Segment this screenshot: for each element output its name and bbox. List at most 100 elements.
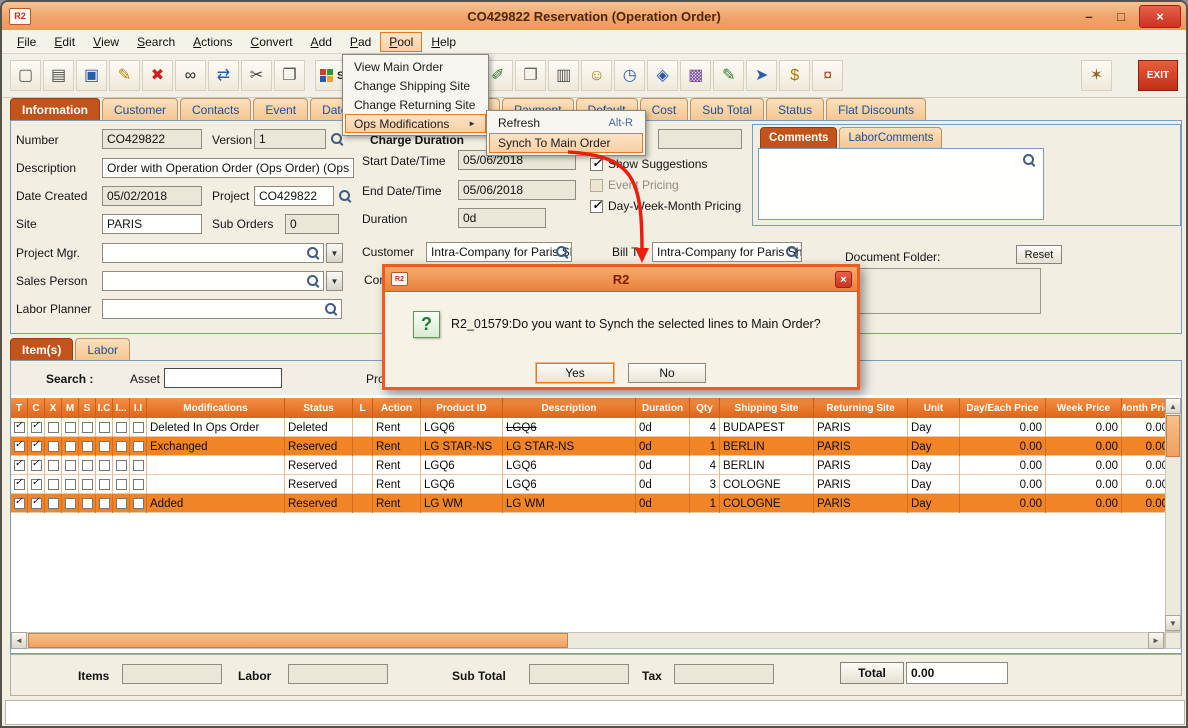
- pool-menu-item[interactable]: Change Returning Site: [345, 95, 486, 114]
- right-top-field[interactable]: [658, 129, 742, 149]
- row-checkbox-cell[interactable]: [28, 475, 45, 494]
- pool-menu-item[interactable]: Change Shipping Site: [345, 76, 486, 95]
- project-field[interactable]: CO429822: [254, 186, 334, 206]
- row-checkbox-cell[interactable]: [96, 418, 113, 437]
- row-checkbox-cell[interactable]: [45, 494, 62, 513]
- save-all-icon[interactable]: ◈: [647, 60, 678, 91]
- row-checkbox-cell[interactable]: [130, 418, 147, 437]
- customer-money-icon[interactable]: ¤: [812, 60, 843, 91]
- row-checkbox-cell[interactable]: [79, 475, 96, 494]
- column-header[interactable]: Shipping Site: [720, 398, 814, 418]
- sub-orders-field[interactable]: 0: [285, 214, 339, 234]
- row-checkbox-cell[interactable]: [113, 418, 130, 437]
- reset-button[interactable]: Reset: [1016, 245, 1062, 264]
- row-checkbox-cell[interactable]: [11, 456, 28, 475]
- scroll-left-button[interactable]: ◄: [11, 632, 27, 649]
- column-header[interactable]: Modifications: [147, 398, 285, 418]
- menu-item[interactable]: Add: [302, 32, 341, 52]
- row-checkbox-cell[interactable]: [96, 437, 113, 456]
- column-header[interactable]: Action: [373, 398, 421, 418]
- dialog-close-button[interactable]: ×: [835, 271, 852, 288]
- row-checkbox-cell[interactable]: [62, 418, 79, 437]
- menu-item[interactable]: Actions: [184, 32, 241, 52]
- row-checkbox-cell[interactable]: [113, 475, 130, 494]
- labor-planner-search-icon[interactable]: [324, 302, 338, 316]
- scroll-down-button[interactable]: ▼: [1165, 615, 1181, 631]
- column-header[interactable]: C: [28, 398, 45, 418]
- bill-to-field[interactable]: Intra-Company for Paris Sh: [652, 242, 802, 262]
- column-header[interactable]: I...: [113, 398, 130, 418]
- row-checkbox-cell[interactable]: [62, 437, 79, 456]
- row-checkbox-cell[interactable]: [28, 456, 45, 475]
- menu-item[interactable]: Convert: [242, 32, 302, 52]
- row-checkbox-cell[interactable]: [45, 418, 62, 437]
- duration-field[interactable]: 0d: [458, 208, 546, 228]
- close-button[interactable]: ×: [1139, 5, 1181, 28]
- project-mgr-search-icon[interactable]: [306, 246, 320, 260]
- row-checkbox-cell[interactable]: [79, 456, 96, 475]
- row-checkbox-cell[interactable]: [96, 456, 113, 475]
- menu-item[interactable]: Help: [422, 32, 465, 52]
- submenu-item[interactable]: Refresh Alt-R: [489, 113, 643, 133]
- tab[interactable]: Sub Total: [690, 98, 764, 120]
- menu-item[interactable]: Edit: [45, 32, 84, 52]
- menu-item[interactable]: File: [8, 32, 45, 52]
- description-field[interactable]: Order with Operation Order (Ops Order) (…: [102, 158, 354, 178]
- project-search-icon[interactable]: [338, 189, 352, 203]
- column-header[interactable]: X: [45, 398, 62, 418]
- exit-button[interactable]: EXIT: [1138, 60, 1178, 91]
- cut-icon[interactable]: ✂: [241, 60, 272, 91]
- checkbox-icon[interactable]: [590, 158, 603, 171]
- checkbox-icon[interactable]: [590, 200, 603, 213]
- row-checkbox-cell[interactable]: [96, 475, 113, 494]
- scroll-up-button[interactable]: ▲: [1165, 398, 1181, 414]
- column-header[interactable]: Week Price: [1046, 398, 1122, 418]
- key-icon[interactable]: ➤: [746, 60, 777, 91]
- menu-item[interactable]: View: [84, 32, 128, 52]
- row-checkbox-cell[interactable]: [28, 418, 45, 437]
- save-icon[interactable]: ▣: [76, 60, 107, 91]
- comments-box[interactable]: [758, 148, 1044, 220]
- row-checkbox-cell[interactable]: [45, 437, 62, 456]
- tab[interactable]: Customer: [102, 98, 178, 120]
- row-checkbox-cell[interactable]: [11, 437, 28, 456]
- customer-field[interactable]: Intra-Company for Paris Sh: [426, 242, 572, 262]
- row-checkbox-cell[interactable]: [96, 494, 113, 513]
- column-header[interactable]: T: [11, 398, 28, 418]
- sales-person-dropdown[interactable]: ▼: [326, 271, 343, 291]
- column-header[interactable]: I.C: [96, 398, 113, 418]
- site-field[interactable]: PARIS: [102, 214, 202, 234]
- table-row[interactable]: Exchanged Reserved Rent LG STAR-NS LG ST…: [11, 437, 1165, 456]
- bill-to-search-icon[interactable]: [785, 245, 799, 259]
- tab[interactable]: Event: [253, 98, 308, 120]
- pool-menu-item[interactable]: View Main Order: [345, 57, 486, 76]
- date-created-field[interactable]: 05/02/2018: [102, 186, 202, 206]
- row-checkbox-cell[interactable]: [62, 475, 79, 494]
- row-checkbox-cell[interactable]: [130, 437, 147, 456]
- menu-item[interactable]: Search: [128, 32, 184, 52]
- row-checkbox-cell[interactable]: [62, 494, 79, 513]
- row-checkbox-cell[interactable]: [45, 475, 62, 494]
- comments-tab[interactable]: LaborComments: [839, 127, 942, 148]
- menu-item[interactable]: Pad: [341, 32, 380, 52]
- row-checkbox-cell[interactable]: [113, 456, 130, 475]
- row-checkbox-cell[interactable]: [130, 475, 147, 494]
- wand-button[interactable]: ✶: [1081, 60, 1112, 91]
- table-row[interactable]: Added Reserved Rent LG WM LG WM 0d 1 COL…: [11, 494, 1165, 513]
- column-header[interactable]: Description: [503, 398, 636, 418]
- column-header[interactable]: Returning Site: [814, 398, 908, 418]
- checkbox-icon[interactable]: [590, 179, 603, 192]
- delete-icon[interactable]: ✖: [142, 60, 173, 91]
- table-row[interactable]: Reserved Rent LGQ6 LGQ6 0d 4 BERLIN PARI…: [11, 456, 1165, 475]
- project-mgr-dropdown[interactable]: ▼: [326, 243, 343, 263]
- option-checkbox-row[interactable]: Show Suggestions: [590, 157, 741, 171]
- column-header[interactable]: Day/Each Price: [960, 398, 1046, 418]
- row-checkbox-cell[interactable]: [45, 456, 62, 475]
- pool-menu-item[interactable]: Ops Modifications ►: [345, 114, 486, 133]
- row-checkbox-cell[interactable]: [28, 494, 45, 513]
- option-checkbox-row[interactable]: Event Pricing: [590, 178, 741, 192]
- option-checkbox-row[interactable]: Day-Week-Month Pricing: [590, 199, 741, 213]
- yes-button[interactable]: Yes: [536, 363, 614, 383]
- customer-search-icon[interactable]: [555, 245, 569, 259]
- tab[interactable]: Flat Discounts: [826, 98, 926, 120]
